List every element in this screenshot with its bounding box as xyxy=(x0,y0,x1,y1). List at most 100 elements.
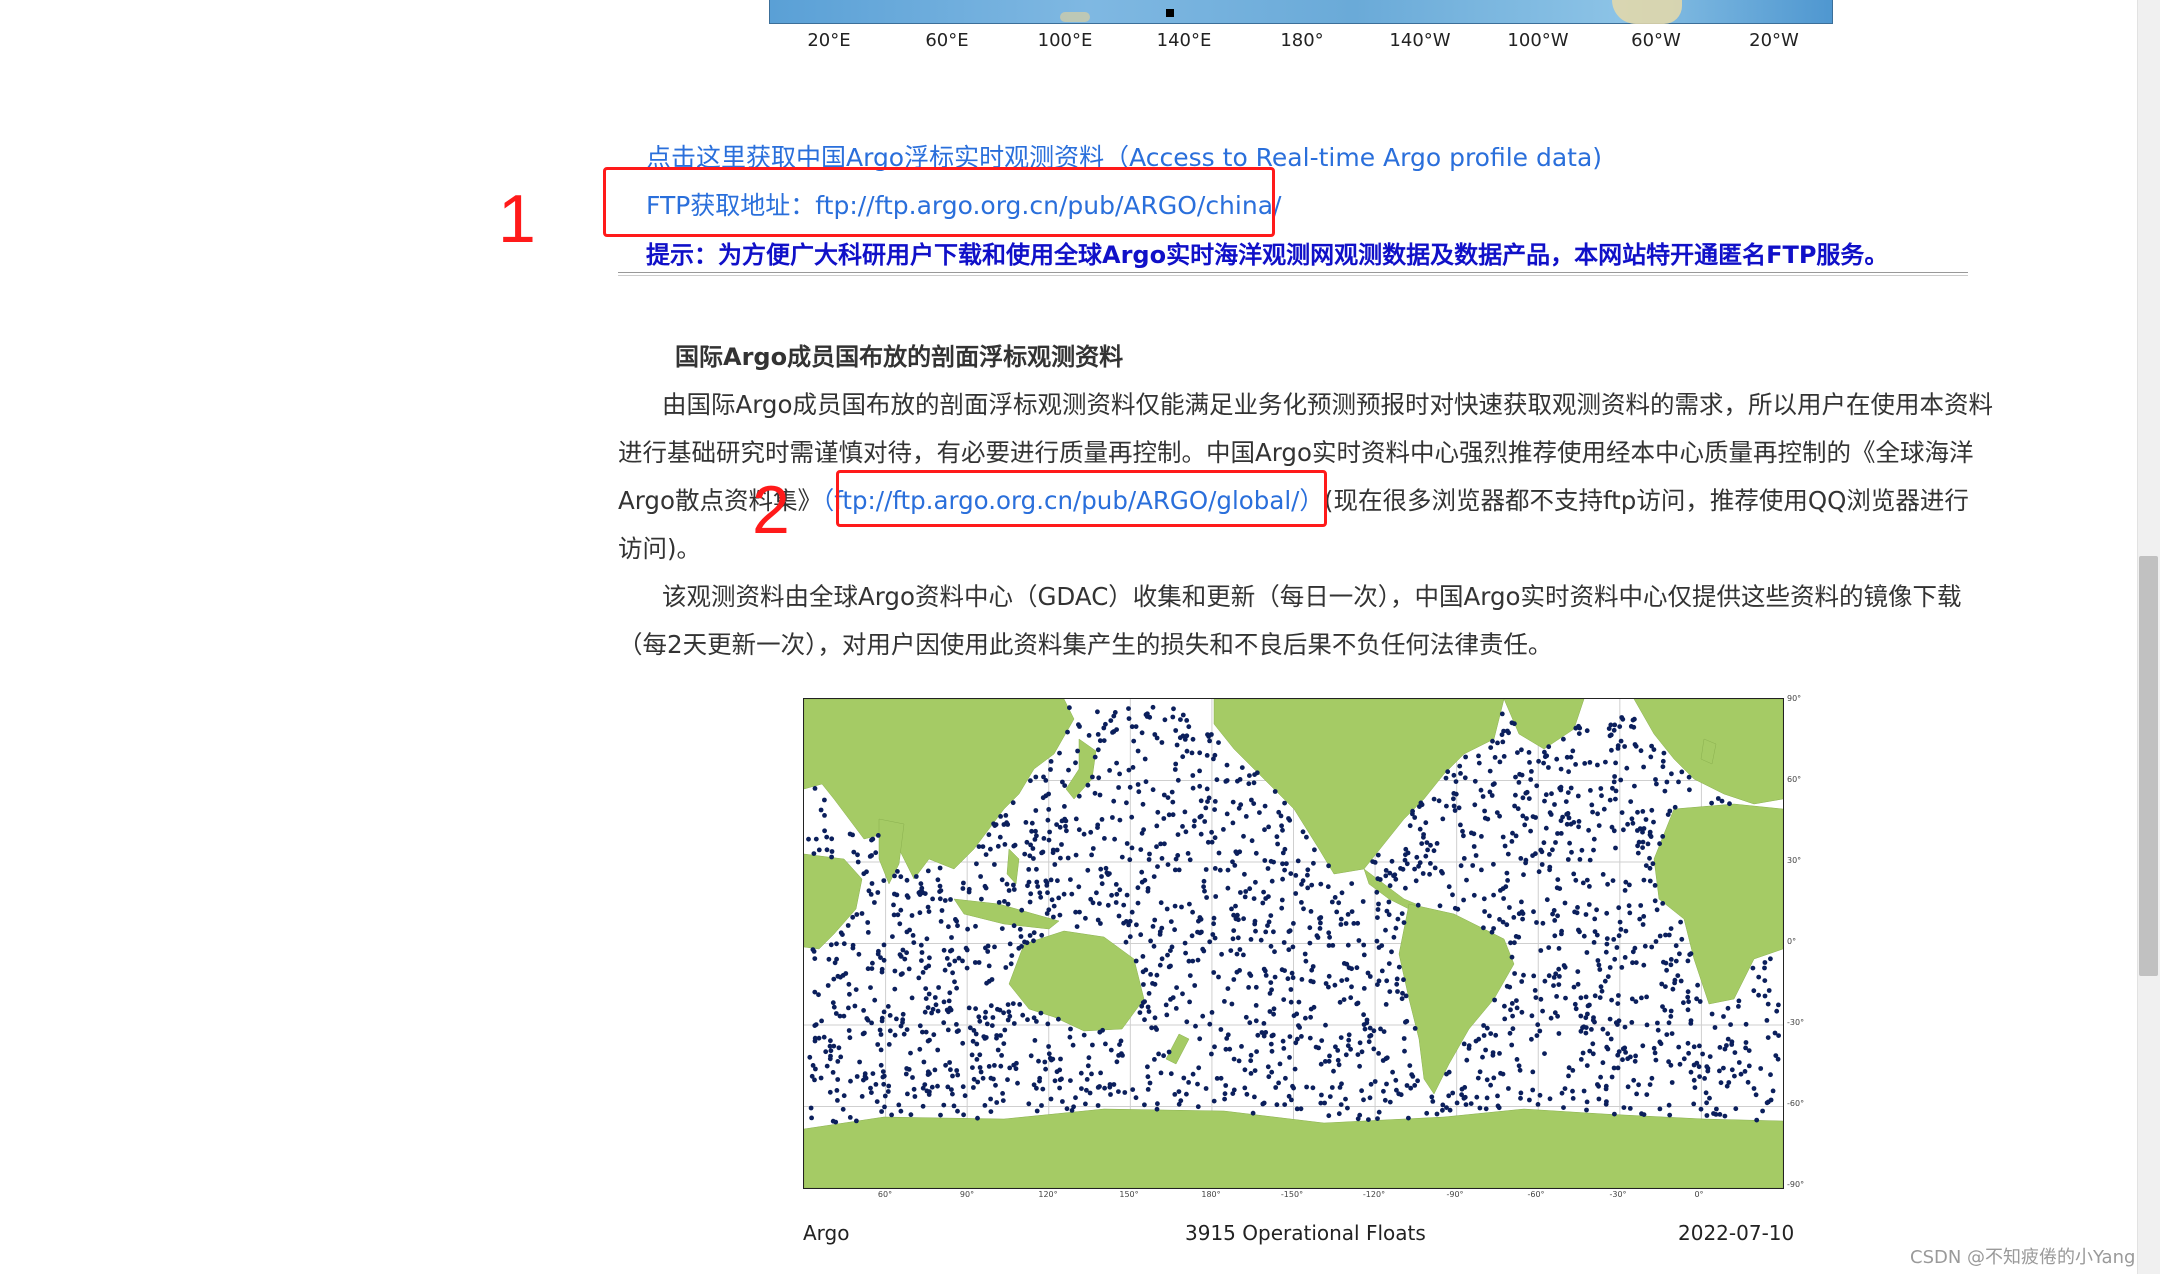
scrollbar-thumb[interactable] xyxy=(2139,556,2158,976)
float-dot xyxy=(1481,1023,1486,1028)
float-dot xyxy=(1158,900,1164,906)
float-dot xyxy=(941,947,947,953)
float-dot xyxy=(938,1112,943,1118)
float-dot xyxy=(1718,1080,1724,1086)
float-dot xyxy=(1219,951,1224,957)
float-dot xyxy=(1038,1010,1044,1016)
float-dot xyxy=(1381,1088,1386,1094)
float-dot xyxy=(936,985,941,990)
float-dot xyxy=(1471,892,1477,898)
paragraph-line: （每2天更新一次），对用户因使用此资料集产生的损失和不良后果不负任何法律责任。 xyxy=(618,630,1553,659)
float-dot xyxy=(1402,1048,1407,1054)
float-dot xyxy=(1567,840,1572,846)
float-dot xyxy=(1345,942,1351,948)
float-dot xyxy=(1089,1071,1094,1077)
map-lon-label: 0° xyxy=(1694,1190,1704,1199)
float-dot xyxy=(902,956,908,962)
float-dot xyxy=(1300,829,1306,835)
float-dot xyxy=(1530,1069,1536,1075)
float-dot xyxy=(1615,1052,1621,1058)
float-dot xyxy=(1648,754,1654,760)
float-dot xyxy=(1491,926,1496,931)
float-dot xyxy=(1652,898,1658,904)
float-dot xyxy=(1504,870,1510,876)
float-dot xyxy=(1299,1034,1304,1039)
float-dot xyxy=(1585,1003,1591,1009)
float-dot xyxy=(1142,999,1147,1004)
float-dot xyxy=(1393,925,1399,931)
float-dot xyxy=(870,1071,876,1076)
float-dot xyxy=(1468,1101,1474,1106)
float-dot xyxy=(1375,915,1380,920)
float-dot xyxy=(1703,1090,1709,1096)
float-dot xyxy=(1651,747,1657,752)
float-dot xyxy=(1349,909,1355,914)
float-dot xyxy=(1122,1090,1128,1095)
float-dot xyxy=(1327,934,1332,940)
float-dot xyxy=(1058,855,1063,861)
float-dot xyxy=(1668,926,1674,931)
float-dot xyxy=(1198,798,1204,804)
float-dot xyxy=(976,844,982,849)
float-dot xyxy=(1607,1016,1613,1022)
float-dot xyxy=(1054,822,1059,827)
float-dot xyxy=(1402,857,1408,863)
float-dot xyxy=(1516,934,1522,940)
float-dot xyxy=(1152,917,1158,923)
float-dot xyxy=(1097,901,1102,906)
float-dot xyxy=(1625,821,1630,827)
float-dot xyxy=(1562,900,1568,906)
float-dot xyxy=(1704,1064,1710,1069)
float-dot xyxy=(1754,1117,1760,1123)
float-dot xyxy=(1229,906,1234,912)
float-dot xyxy=(1665,812,1671,817)
float-dot xyxy=(996,900,1002,905)
float-dot xyxy=(1610,878,1616,883)
float-dot xyxy=(1662,788,1668,794)
float-dot xyxy=(1349,984,1354,990)
float-dot xyxy=(1110,815,1115,820)
float-dot xyxy=(1721,1014,1726,1019)
float-dot xyxy=(964,965,970,971)
float-dot xyxy=(1595,811,1600,817)
float-dot xyxy=(1281,1046,1287,1051)
float-dot xyxy=(1451,791,1457,796)
float-dot xyxy=(941,1020,947,1026)
float-dot xyxy=(1191,823,1197,829)
float-dot xyxy=(1428,861,1433,866)
float-dot xyxy=(1273,1085,1279,1090)
float-dot xyxy=(855,859,861,865)
float-dot xyxy=(1190,736,1196,742)
float-dot xyxy=(1622,744,1627,749)
float-dot xyxy=(1588,788,1593,793)
top-map-tick: 140°E xyxy=(1156,30,1212,51)
float-dot xyxy=(1628,799,1634,804)
float-dot xyxy=(1242,1085,1248,1091)
float-dot xyxy=(919,885,925,891)
float-dot xyxy=(1085,1063,1091,1069)
float-dot xyxy=(1317,926,1323,931)
float-dot xyxy=(1305,867,1311,873)
float-dot xyxy=(1339,890,1345,896)
float-dot xyxy=(1541,840,1547,846)
float-dot xyxy=(1148,972,1153,977)
float-dot xyxy=(1707,1095,1712,1101)
float-dot xyxy=(1534,1033,1540,1038)
float-dot xyxy=(1762,978,1768,983)
float-dot xyxy=(841,941,847,947)
float-dot xyxy=(1685,989,1691,995)
float-dot xyxy=(1159,740,1165,745)
float-dot xyxy=(1542,978,1548,984)
float-dot xyxy=(1249,838,1255,844)
float-dot xyxy=(1502,843,1508,849)
float-dot xyxy=(1653,1057,1659,1063)
float-dot xyxy=(1473,853,1479,858)
float-dot xyxy=(1023,820,1029,825)
float-dot xyxy=(1615,746,1621,751)
float-dot xyxy=(1663,932,1668,938)
float-dot xyxy=(822,813,827,818)
float-dot xyxy=(935,1047,941,1053)
float-dot xyxy=(985,943,991,949)
float-dot xyxy=(1519,1009,1525,1015)
float-dot xyxy=(1108,1047,1114,1053)
